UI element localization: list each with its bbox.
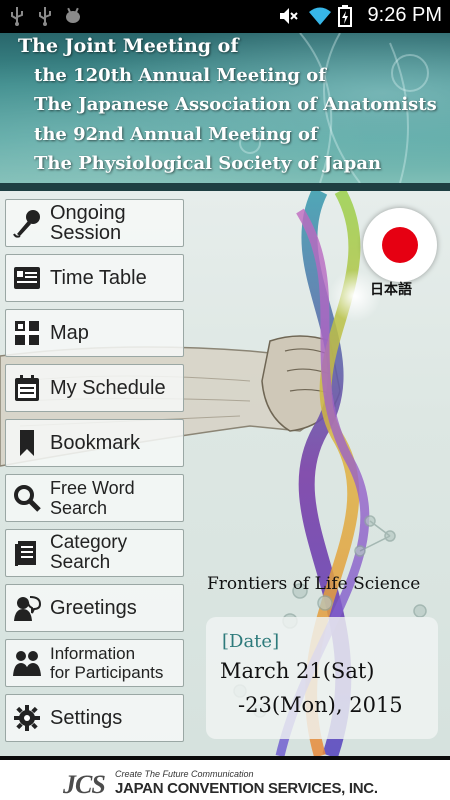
japanese-language-label[interactable]: 日本語 — [370, 279, 412, 299]
microphone-icon — [12, 208, 42, 238]
japan-flag-icon — [382, 227, 418, 263]
menu-item-bookmark[interactable]: Bookmark — [5, 419, 184, 467]
document-icon — [12, 538, 42, 568]
footer-tagline: Create The Future Communication — [115, 769, 254, 779]
menu-item-label: Settings — [50, 707, 123, 729]
gear-icon — [12, 703, 42, 733]
calendar-icon — [12, 373, 42, 403]
menu-item-label: Free Word Search — [50, 478, 135, 518]
map-icon — [12, 318, 42, 348]
status-right: 9:26 PM — [278, 4, 442, 27]
bookmark-icon — [12, 428, 42, 458]
menu-item-label: Category Search — [50, 532, 128, 573]
menu-item-greetings[interactable]: Greetings — [5, 584, 184, 632]
menu-item-ongoing-session[interactable]: Ongoing Session — [5, 199, 184, 247]
footer: JCS Create The Future Communication JAPA… — [0, 760, 450, 800]
menu-item-my-schedule[interactable]: My Schedule — [5, 364, 184, 412]
status-bar: 9:26 PM — [0, 0, 450, 33]
date-line-2: -23(Mon), 2015 — [238, 693, 403, 717]
menu-item-settings[interactable]: Settings — [5, 694, 184, 742]
menu-item-label: Bookmark — [50, 432, 141, 454]
menu-item-label: Map — [50, 322, 89, 344]
header-line-1: The Joint Meeting of — [18, 35, 239, 57]
jcs-logo: JCS — [63, 770, 106, 799]
greetings-icon — [12, 593, 42, 623]
japanese-language-button[interactable] — [363, 208, 437, 282]
wifi-icon — [308, 5, 331, 27]
status-time: 9:26 PM — [367, 4, 442, 26]
menu-item-label: Time Table — [50, 267, 147, 289]
date-line-1: March 21(Sat) — [220, 659, 375, 683]
header-line-5: The Physiological Society of Japan — [34, 153, 382, 174]
android-debug-icon — [64, 6, 82, 26]
menu-item-label-line-1: Information — [50, 644, 136, 663]
menu-item-information-for-participants[interactable]: Information for Participants — [5, 639, 184, 687]
footer-company-name: JAPAN CONVENTION SERVICES, INC. — [115, 780, 378, 797]
menu-item-time-table[interactable]: Time Table — [5, 254, 184, 302]
menu-item-map[interactable]: Map — [5, 309, 184, 357]
menu-item-label-line-2: for Participants — [50, 663, 164, 682]
usb-icon — [8, 6, 26, 26]
battery-charging-icon — [337, 4, 358, 27]
usb-icon — [36, 6, 54, 26]
menu-item-free-word-search[interactable]: Free Word Search — [5, 474, 184, 522]
search-icon — [12, 483, 42, 513]
header-line-2: the 120th Annual Meeting of — [34, 65, 327, 86]
header-divider — [0, 183, 450, 191]
menu-item-label: Greetings — [50, 597, 137, 619]
menu-item-label: Ongoing Session — [50, 202, 126, 244]
date-box: [Date] March 21(Sat) -23(Mon), 2015 — [206, 617, 438, 739]
header-line-4: the 92nd Annual Meeting of — [34, 124, 318, 145]
menu-item-label: Information for Participants — [50, 644, 163, 682]
date-label: [Date] — [222, 631, 280, 652]
mute-icon — [278, 5, 298, 27]
header-line-3: The Japanese Association of Anatomists — [34, 94, 437, 115]
slogan: Frontiers of Life Science — [207, 574, 421, 594]
menu-item-category-search[interactable]: Category Search — [5, 529, 184, 577]
timetable-icon — [12, 263, 42, 293]
status-left-icons — [8, 6, 82, 26]
participants-icon — [12, 648, 42, 678]
conference-header: The Joint Meeting of the 120th Annual Me… — [0, 33, 450, 183]
menu-item-label: My Schedule — [50, 377, 166, 399]
